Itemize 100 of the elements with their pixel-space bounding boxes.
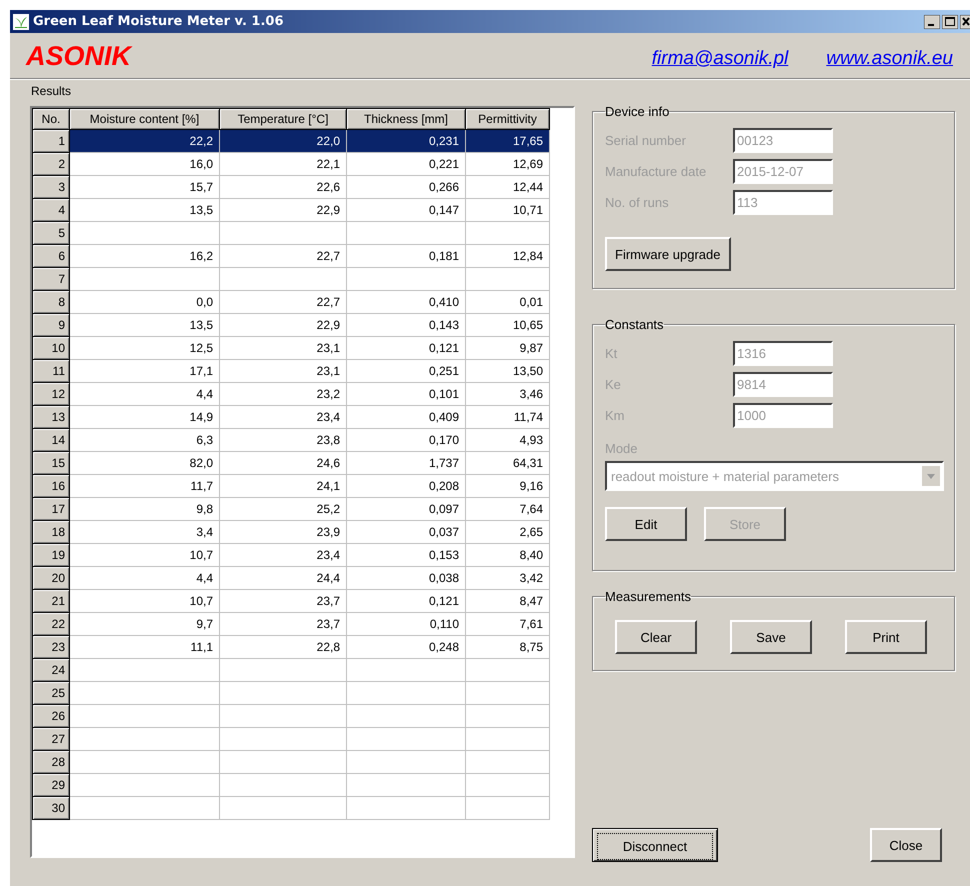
column-header[interactable]: No. (32, 108, 70, 130)
row-header[interactable]: 11 (32, 360, 70, 382)
table-cell[interactable]: 12,5 (70, 336, 220, 360)
table-cell[interactable] (70, 750, 220, 774)
table-cell[interactable]: 0,208 (346, 474, 466, 498)
table-cell[interactable]: 10,71 (466, 198, 550, 222)
row-header[interactable]: 15 (32, 452, 70, 474)
table-cell[interactable]: 22,8 (220, 636, 346, 658)
table-cell[interactable]: 22,1 (220, 152, 346, 176)
action-button[interactable]: Edit (605, 507, 687, 541)
row-header[interactable]: 1 (32, 130, 70, 152)
table-cell[interactable] (466, 682, 550, 704)
column-header[interactable]: Permittivity (466, 108, 550, 130)
row-header[interactable]: 24 (32, 658, 70, 682)
row-header[interactable]: 10 (32, 336, 70, 360)
table-cell[interactable] (220, 728, 346, 750)
table-cell[interactable] (466, 704, 550, 728)
row-header[interactable]: 26 (32, 704, 70, 728)
table-cell[interactable]: 23,1 (220, 360, 346, 382)
column-header[interactable]: Temperature [°C] (220, 108, 346, 130)
table-cell[interactable] (220, 750, 346, 774)
table-cell[interactable]: 23,9 (220, 520, 346, 544)
table-cell[interactable] (466, 222, 550, 244)
table-cell[interactable]: 4,4 (70, 382, 220, 406)
table-cell[interactable]: 0,410 (346, 290, 466, 314)
table-cell[interactable]: 10,7 (70, 544, 220, 566)
table-cell[interactable] (466, 728, 550, 750)
row-header[interactable]: 18 (32, 520, 70, 544)
table-cell[interactable]: 14,9 (70, 406, 220, 428)
row-header[interactable]: 7 (32, 268, 70, 290)
table-cell[interactable]: 7,61 (466, 612, 550, 636)
table-cell[interactable] (70, 704, 220, 728)
table-cell[interactable] (346, 774, 466, 796)
row-header[interactable]: 27 (32, 728, 70, 750)
action-button[interactable]: Close (870, 828, 942, 862)
table-cell[interactable] (466, 774, 550, 796)
link[interactable]: firma@asonik.pl (652, 48, 788, 70)
table-cell[interactable]: 0,153 (346, 544, 466, 566)
table-cell[interactable]: 22,9 (220, 198, 346, 222)
table-cell[interactable]: 0,221 (346, 152, 466, 176)
table-cell[interactable]: 8,40 (466, 544, 550, 566)
table-cell[interactable]: 64,31 (466, 452, 550, 474)
table-cell[interactable]: 24,4 (220, 566, 346, 590)
table-cell[interactable]: 9,7 (70, 612, 220, 636)
table-cell[interactable]: 0,266 (346, 176, 466, 198)
table-cell[interactable]: 2,65 (466, 520, 550, 544)
table-cell[interactable]: 23,1 (220, 336, 346, 360)
table-cell[interactable]: 12,69 (466, 152, 550, 176)
table-cell[interactable] (70, 682, 220, 704)
table-cell[interactable] (466, 750, 550, 774)
row-header[interactable]: 22 (32, 612, 70, 636)
table-cell[interactable]: 23,4 (220, 406, 346, 428)
row-header[interactable]: 12 (32, 382, 70, 406)
link[interactable]: www.asonik.eu (826, 48, 953, 70)
table-cell[interactable]: 0,143 (346, 314, 466, 336)
table-cell[interactable]: 0,231 (346, 130, 466, 152)
table-cell[interactable]: 8,75 (466, 636, 550, 658)
table-cell[interactable]: 9,16 (466, 474, 550, 498)
row-header[interactable]: 29 (32, 774, 70, 796)
table-cell[interactable] (346, 222, 466, 244)
table-cell[interactable]: 7,64 (466, 498, 550, 520)
table-cell[interactable] (220, 682, 346, 704)
table-cell[interactable]: 12,44 (466, 176, 550, 198)
row-header[interactable]: 5 (32, 222, 70, 244)
minimize-icon[interactable] (924, 14, 940, 28)
table-cell[interactable]: 22,9 (220, 314, 346, 336)
row-header[interactable]: 25 (32, 682, 70, 704)
table-cell[interactable]: 0,0 (70, 290, 220, 314)
table-cell[interactable]: 11,1 (70, 636, 220, 658)
table-cell[interactable]: 9,8 (70, 498, 220, 520)
table-cell[interactable]: 23,7 (220, 590, 346, 612)
table-cell[interactable]: 11,7 (70, 474, 220, 498)
table-cell[interactable] (220, 222, 346, 244)
table-cell[interactable]: 6,3 (70, 428, 220, 452)
table-cell[interactable]: 3,42 (466, 566, 550, 590)
table-cell[interactable]: 12,84 (466, 244, 550, 268)
row-header[interactable]: 8 (32, 290, 70, 314)
table-cell[interactable]: 23,8 (220, 428, 346, 452)
action-button[interactable]: Clear (615, 620, 697, 654)
table-cell[interactable] (346, 658, 466, 682)
table-cell[interactable] (220, 796, 346, 820)
table-cell[interactable]: 0,147 (346, 198, 466, 222)
table-cell[interactable]: 0,170 (346, 428, 466, 452)
table-cell[interactable]: 13,50 (466, 360, 550, 382)
table-cell[interactable]: 4,4 (70, 566, 220, 590)
table-cell[interactable]: 0,101 (346, 382, 466, 406)
table-cell[interactable]: 13,5 (70, 198, 220, 222)
table-cell[interactable]: 0,037 (346, 520, 466, 544)
table-cell[interactable]: 0,181 (346, 244, 466, 268)
firmware-button[interactable]: Firmware upgrade (605, 237, 730, 271)
table-cell[interactable]: 23,7 (220, 612, 346, 636)
row-header[interactable]: 9 (32, 314, 70, 336)
table-cell[interactable]: 0,038 (346, 566, 466, 590)
table-cell[interactable]: 0,121 (346, 336, 466, 360)
row-header[interactable]: 20 (32, 566, 70, 590)
table-cell[interactable]: 25,2 (220, 498, 346, 520)
table-cell[interactable] (70, 268, 220, 290)
table-cell[interactable]: 9,87 (466, 336, 550, 360)
table-cell[interactable]: 1,737 (346, 452, 466, 474)
table-cell[interactable]: 22,7 (220, 244, 346, 268)
